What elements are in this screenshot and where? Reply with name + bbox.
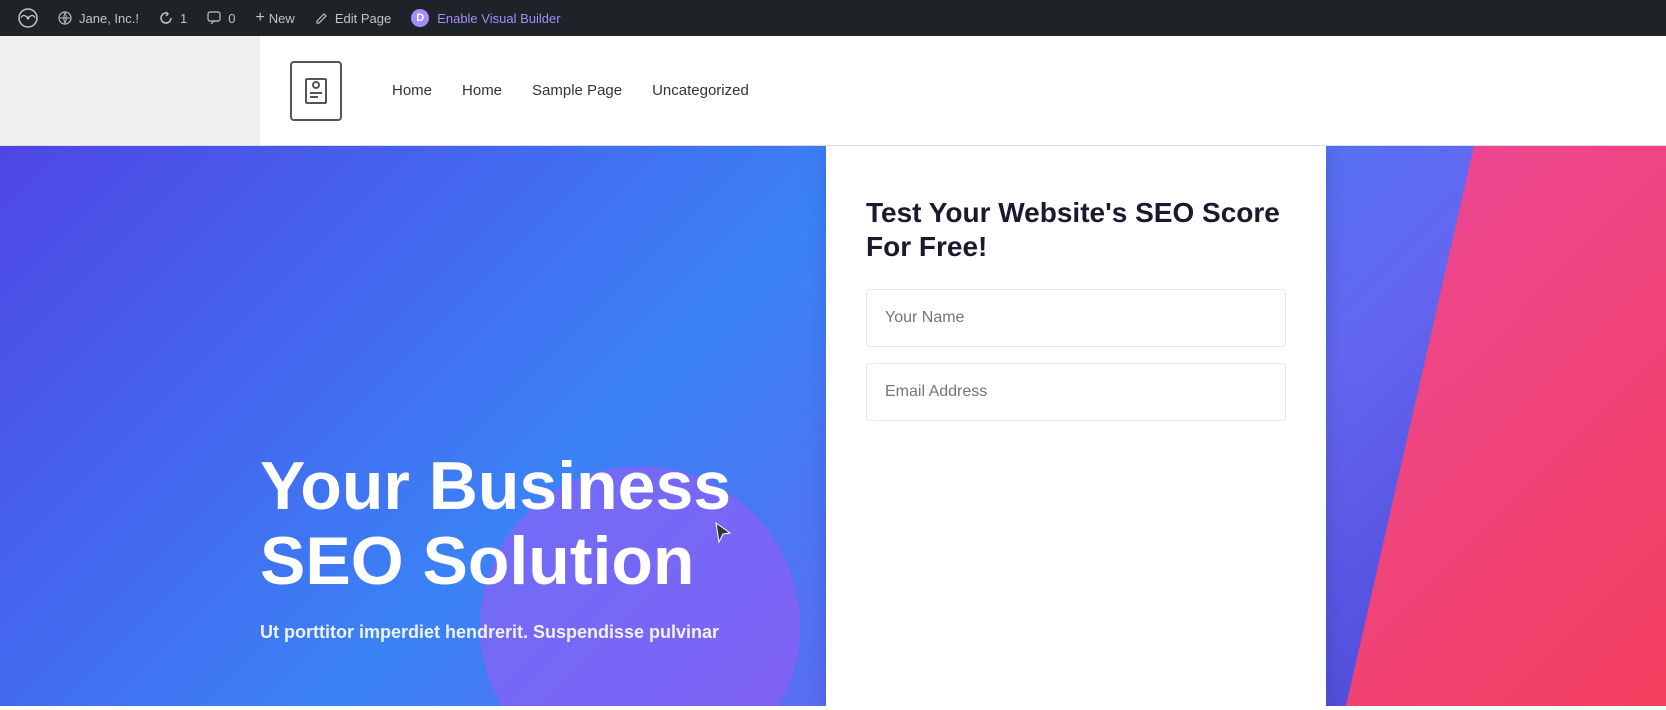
nav-home-2[interactable]: Home (462, 82, 502, 99)
main-nav: Home Home Sample Page Uncategorized (392, 82, 749, 99)
header-inner: Home Home Sample Page Uncategorized (260, 36, 1666, 145)
new-content-button[interactable]: + New (245, 0, 304, 36)
edit-page-label: Edit Page (335, 11, 391, 26)
divi-button[interactable]: D Enable Visual Builder (401, 0, 570, 36)
plus-icon: + (255, 9, 264, 27)
nav-uncategorized[interactable]: Uncategorized (652, 82, 749, 99)
form-card-title: Test Your Website's SEO Score For Free! (866, 196, 1286, 263)
visual-builder-label: Enable Visual Builder (437, 11, 560, 26)
site-logo[interactable] (290, 61, 342, 121)
updates-button[interactable]: 1 (149, 0, 197, 36)
comments-button[interactable]: 0 (197, 0, 245, 36)
hero-subtitle: Ut porttitor imperdiet hendrerit. Suspen… (260, 619, 760, 646)
updates-count: 1 (180, 11, 187, 26)
edit-page-button[interactable]: Edit Page (305, 0, 401, 36)
nav-home-1[interactable]: Home (392, 82, 432, 99)
site-name-button[interactable]: Jane, Inc.! (48, 0, 149, 36)
hero-title: Your Business SEO Solution (260, 449, 800, 599)
seo-form-card: Test Your Website's SEO Score For Free! (826, 146, 1326, 706)
hero-pink-bg (1346, 146, 1666, 706)
email-input[interactable] (866, 363, 1286, 421)
hero-content: Your Business SEO Solution Ut porttitor … (0, 449, 800, 706)
wordpress-logo-button[interactable] (8, 0, 48, 36)
admin-bar: Jane, Inc.! 1 0 + New Edit Page D Enable… (0, 0, 1666, 36)
new-label: New (269, 11, 295, 26)
hero-section: Your Business SEO Solution Ut porttitor … (0, 146, 1666, 706)
divi-icon: D (411, 9, 429, 27)
name-input[interactable] (866, 289, 1286, 347)
nav-sample-page[interactable]: Sample Page (532, 82, 622, 99)
comments-count: 0 (228, 11, 235, 26)
logo-icon (290, 61, 342, 121)
site-header: Home Home Sample Page Uncategorized (0, 36, 1666, 146)
site-name-label: Jane, Inc.! (79, 11, 139, 26)
